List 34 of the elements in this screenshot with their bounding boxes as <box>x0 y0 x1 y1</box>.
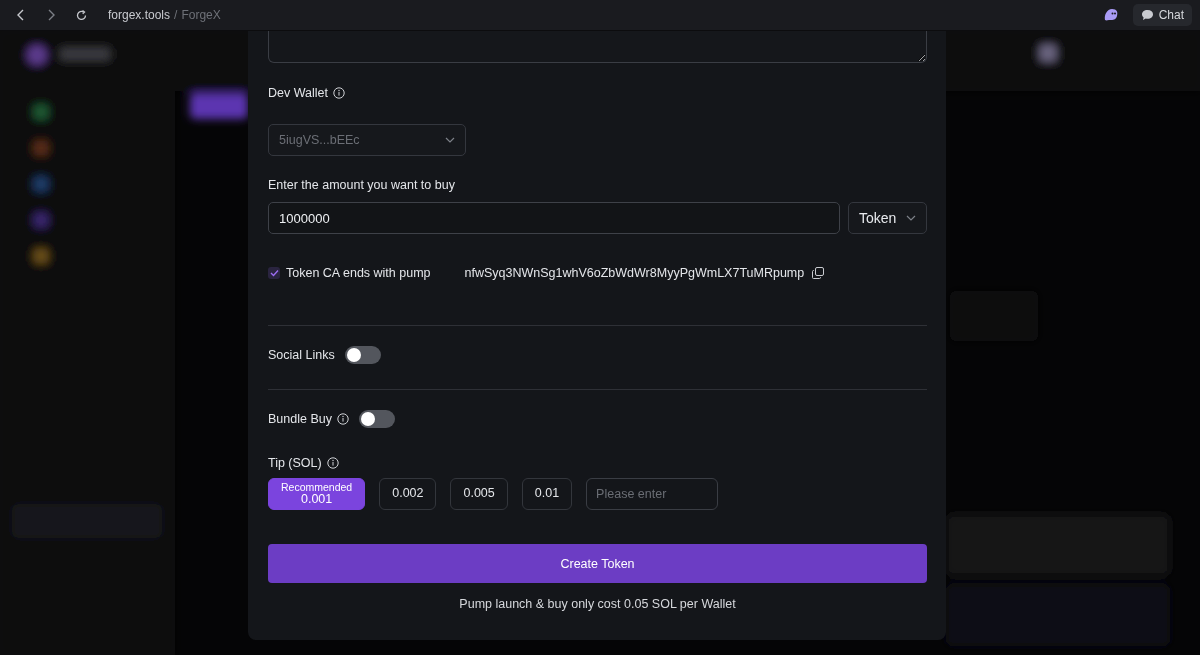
chat-button[interactable]: Chat <box>1132 4 1192 26</box>
toggle-switch[interactable] <box>358 410 395 428</box>
chevron-down-icon <box>906 215 916 221</box>
tip-option[interactable]: 0.002 <box>379 478 437 510</box>
cost-note: Pump launch & buy only cost 0.05 SOL per Wallet <box>459 597 736 611</box>
tip-option[interactable]: 0.005 <box>450 478 508 510</box>
forward-icon[interactable] <box>46 9 56 21</box>
checkbox[interactable] <box>268 267 280 279</box>
ghost-icon[interactable] <box>1102 8 1119 22</box>
toggle-switch[interactable] <box>344 346 381 364</box>
amount-field[interactable]: 1000000 <box>268 202 840 234</box>
toggle-label: Bundle Buy <box>268 412 332 426</box>
page-title: ForgeX <box>181 8 221 22</box>
back-icon[interactable] <box>16 9 26 21</box>
field-label: Dev Wallet <box>268 86 328 100</box>
token-address: nfwSyq3NWnSg1whV6oZbWdWr8MyyPgWmLX7TuMRpump <box>464 266 805 280</box>
checkbox-label: Token CA ends with pump <box>286 266 431 280</box>
description-field[interactable] <box>268 31 927 63</box>
tip-amount-field[interactable]: Please enter <box>586 478 719 510</box>
chevron-down-icon <box>445 137 455 143</box>
chat-bubble-icon <box>1140 9 1154 21</box>
toggle-label: Social Links <box>268 348 335 362</box>
field-label: Tip (SOL) <box>268 456 322 470</box>
url-separator: / <box>174 8 178 22</box>
tip-option[interactable]: Recommended 0.001 <box>268 478 366 510</box>
reload-icon[interactable] <box>74 8 88 22</box>
unit-select[interactable]: Token <box>848 202 927 234</box>
copy-icon[interactable] <box>812 267 825 279</box>
info-icon <box>326 457 339 469</box>
url-host[interactable]: forgex.tools <box>108 8 171 22</box>
info-icon <box>332 87 345 99</box>
create-token-button[interactable]: Create Token <box>268 544 927 583</box>
field-label: Enter the amount you want to buy <box>268 178 455 192</box>
tip-option[interactable]: 0.01 <box>521 478 573 510</box>
